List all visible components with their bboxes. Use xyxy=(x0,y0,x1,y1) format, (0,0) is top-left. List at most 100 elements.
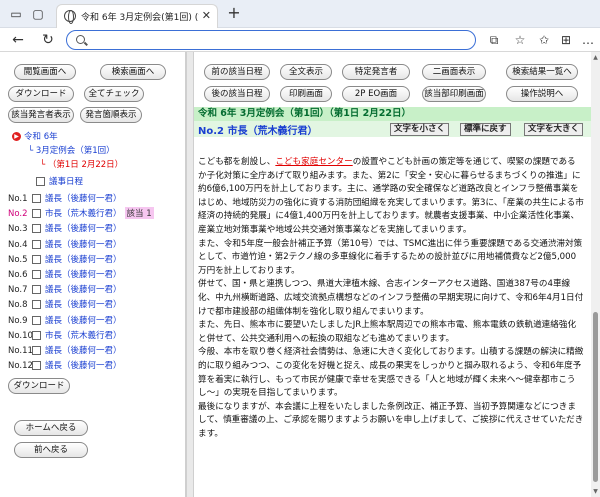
speaker-list-item[interactable]: No.7 議長（後藤何一君） xyxy=(8,283,122,297)
speaker-link[interactable]: 市長（荒木義行君） xyxy=(45,209,122,219)
speaker-list-item[interactable]: No.4 議長（後藤何一君） xyxy=(8,238,122,252)
buttons-row2-button[interactable]: 該当部印刷画面 xyxy=(422,86,486,102)
speaker-link[interactable]: 議長（後藤何一君） xyxy=(45,224,122,234)
speaker-order-button[interactable]: 発言箇順表示 xyxy=(80,107,142,123)
item-checkbox[interactable] xyxy=(32,330,41,340)
speaker-link[interactable]: 議長（後藤何一君） xyxy=(45,255,122,265)
tree-year[interactable]: ▶ 令和 6年 xyxy=(12,130,58,142)
collections-icon[interactable]: ⊞ xyxy=(558,32,574,48)
tree-session[interactable]: └ 3月定例会（第1回） xyxy=(28,144,115,156)
speaker-list-item[interactable]: No.12 議長（後藤何一君） xyxy=(8,359,122,373)
tree-branch-icon: └ xyxy=(40,160,48,170)
workspaces-icon[interactable]: ▭ xyxy=(8,6,24,22)
back-button[interactable]: 前へ戻る xyxy=(14,442,88,458)
speaker-link[interactable]: 市長（荒木義行君） xyxy=(45,331,122,341)
item-checkbox[interactable] xyxy=(32,270,41,279)
item-checkbox[interactable] xyxy=(32,285,41,295)
scroll-up-icon[interactable]: ▲ xyxy=(592,54,599,61)
matching-speakers-button[interactable]: 該当発言者表示 xyxy=(8,107,74,123)
frame-splitter[interactable] xyxy=(186,52,194,497)
speaker-list-item[interactable]: No.6 議長（後藤何一君） xyxy=(8,268,122,282)
item-checkbox[interactable] xyxy=(32,194,41,203)
buttons-row2-button[interactable]: 後の該当日程 xyxy=(204,86,270,102)
speaker-link[interactable]: 議長（後藤何一君） xyxy=(45,316,122,326)
agenda-item[interactable]: 議事日程 xyxy=(34,175,83,187)
paragraph: 併せて、国・県と連携しつつ、県道大津植木線、合志インターアクセス道路、国道387… xyxy=(198,279,584,317)
speaker-link[interactable]: 議長（後藤何一君） xyxy=(45,346,122,356)
item-checkbox[interactable] xyxy=(32,239,41,249)
buttons-row1-button[interactable]: 全文表示 xyxy=(280,64,332,80)
speaker-link[interactable]: 議長（後藤何一君） xyxy=(45,300,122,310)
search-screen-button[interactable]: 検索画面へ xyxy=(100,64,166,80)
font-larger-button[interactable]: 文字を大きく xyxy=(524,123,584,136)
speaker-list-item[interactable]: No.9 議長（後藤何一君） xyxy=(8,314,122,328)
match-badge[interactable]: 該当 1 xyxy=(124,207,154,220)
search-icon xyxy=(76,35,85,44)
tab-actions-icon[interactable]: ▢ xyxy=(30,6,46,22)
speaker-list-item[interactable]: No.3 議長（後藤何一君） xyxy=(8,222,122,236)
scroll-down-icon[interactable]: ▼ xyxy=(592,488,599,495)
view-screen-button[interactable]: 閲覧画面へ xyxy=(14,64,76,80)
buttons-row1-button[interactable]: 前の該当日程 xyxy=(204,64,270,80)
back-icon[interactable]: ← xyxy=(10,32,26,48)
scrollbar-thumb[interactable] xyxy=(593,312,598,482)
speaker-link[interactable]: 議長（後藤何一君） xyxy=(45,240,122,250)
download-button[interactable]: ダウンロード xyxy=(8,86,74,102)
item-number: No.6 xyxy=(8,270,28,280)
address-bar[interactable] xyxy=(66,30,476,50)
speaker-list-item[interactable]: No.2 市長（荒木義行君） 該当 1 xyxy=(8,207,154,221)
item-number: No.8 xyxy=(8,300,28,311)
speaker-header: No.2 市長（荒木義行君） 文字を小さく 標準に戻す 文字を大きく xyxy=(194,121,592,137)
close-icon[interactable]: ✕ xyxy=(202,9,211,22)
tree-day[interactable]: └ （第1日 2月22日） xyxy=(40,158,123,170)
speaker-link[interactable]: 議長（後藤何一君） xyxy=(45,270,122,280)
speaker-list-item[interactable]: No.11 議長（後藤何一君） xyxy=(8,344,122,358)
item-checkbox[interactable] xyxy=(32,315,41,325)
speaker-list-item[interactable]: No.1 議長（後藤何一君） xyxy=(8,192,122,206)
item-checkbox[interactable] xyxy=(32,346,41,355)
more-icon[interactable]: … xyxy=(580,32,596,48)
speaker-list-item[interactable]: No.10 市長（荒木義行君） xyxy=(8,329,122,343)
childcare-center-link[interactable]: こども家庭センター xyxy=(275,157,352,167)
browser-tab[interactable]: 令和 6年 3月定例会(第1回) (第1 ✕ xyxy=(56,4,218,28)
buttons-row1-button[interactable]: 二画面表示 xyxy=(422,64,486,80)
item-number: No.2 xyxy=(8,209,28,220)
url-input[interactable] xyxy=(91,33,471,47)
reload-icon[interactable]: ↻ xyxy=(40,32,56,48)
item-number: No.10 xyxy=(8,330,33,341)
buttons-row2-button[interactable]: 印刷画面 xyxy=(280,86,332,102)
font-smaller-button[interactable]: 文字を小さく xyxy=(390,123,450,136)
speaker-link[interactable]: 議長（後藤何一君） xyxy=(45,194,122,204)
download-bottom-button[interactable]: ダウンロード xyxy=(8,378,70,394)
paragraph: 今般、本市を取り巻く経済社会情勢は、急速に大きく変化しております。山積する課題の… xyxy=(198,347,584,399)
buttons-row1-button[interactable]: 検索結果一覧へ xyxy=(506,64,578,80)
home-button[interactable]: ホームへ戻る xyxy=(14,420,88,436)
item-number: No.1 xyxy=(8,194,28,204)
item-number: No.3 xyxy=(8,224,28,235)
content-frame: 前の該当日程 全文表示 特定発言者 二画面表示 検索結果一覧へ 後の該当日程 印刷画面 2P… xyxy=(194,52,600,497)
agenda-checkbox[interactable] xyxy=(36,177,45,186)
extensions-icon[interactable]: ⧉ xyxy=(486,32,502,48)
item-checkbox[interactable] xyxy=(32,254,41,264)
item-number: No.4 xyxy=(8,239,28,250)
font-normal-button[interactable]: 標準に戻す xyxy=(460,123,511,136)
item-checkbox[interactable] xyxy=(32,300,41,310)
speaker-list-item[interactable]: No.8 議長（後藤何一君） xyxy=(8,298,122,312)
buttons-row2-button[interactable]: 操作説明へ xyxy=(506,86,578,102)
speaker-link[interactable]: 議長（後藤何一君） xyxy=(45,361,122,371)
paragraph: また、先日、熊本市に要望いたしましたJR上熊本駅周辺での熊本市電、熊本電鉄の鉄軌… xyxy=(198,320,577,344)
vertical-scrollbar[interactable]: ▲ ▼ xyxy=(591,52,600,497)
item-number: No.5 xyxy=(8,254,28,265)
check-all-button[interactable]: 全てチェック xyxy=(84,86,144,102)
speaker-link[interactable]: 議長（後藤何一君） xyxy=(45,285,122,295)
buttons-row2-button[interactable]: 2P EO画面 xyxy=(342,86,410,102)
item-checkbox[interactable] xyxy=(32,361,41,371)
buttons-row1-button[interactable]: 特定発言者 xyxy=(342,64,410,80)
favorites-icon[interactable]: ✩ xyxy=(536,32,552,48)
minutes-text: こども都を創設し、こども家庭センターの設置やこども計画の策定等を通じて、喫緊の課… xyxy=(198,156,584,441)
speaker-list-item[interactable]: No.5 議長（後藤何一君） xyxy=(8,253,122,267)
item-checkbox[interactable] xyxy=(32,224,41,234)
favorite-icon[interactable]: ☆ xyxy=(512,32,528,48)
new-tab-button[interactable]: + xyxy=(226,5,242,21)
item-checkbox[interactable] xyxy=(32,209,41,219)
